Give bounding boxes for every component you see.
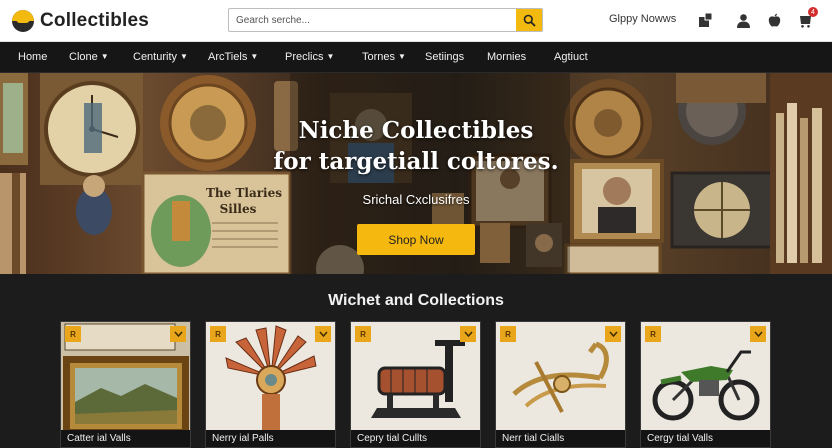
chevron-down-icon xyxy=(463,331,473,337)
collection-card[interactable]: R Catter ial Valls xyxy=(60,321,191,448)
shop-now-button[interactable]: Shop Now xyxy=(357,224,475,255)
nav-item-label: Centurity xyxy=(133,51,178,63)
card-expand-button[interactable] xyxy=(605,326,621,342)
nav-item-tornes[interactable]: Tornes ▼ xyxy=(362,51,406,63)
search-input[interactable] xyxy=(229,9,517,31)
nav-item-label: Tornes xyxy=(362,51,396,63)
nav-item-label: Agtiuct xyxy=(554,51,588,63)
apple-icon xyxy=(768,13,780,27)
search-icon xyxy=(523,14,536,27)
chevron-down-icon xyxy=(318,331,328,337)
chevron-down-icon xyxy=(608,331,618,337)
main-navigation: Home Clone ▼ Centurity ▼ ArcTiels ▼ Preclic… xyxy=(0,42,832,73)
card-caption: Nerr tial Cialls xyxy=(496,430,625,447)
chevron-down-icon: ▼ xyxy=(326,52,335,61)
nav-item-arctiels[interactable]: ArcTiels ▼ xyxy=(208,51,258,63)
chevron-down-icon xyxy=(753,331,763,337)
account-link[interactable]: Glppy Nowws xyxy=(609,13,676,25)
share-button[interactable] xyxy=(697,11,715,29)
card-caption: Cepry tial Cullts xyxy=(351,430,480,447)
section-title: Wichet and Collections xyxy=(328,292,504,309)
card-tag: R xyxy=(210,326,226,342)
collectibles-logo-icon xyxy=(12,10,34,32)
card-caption: Catter ial Valls xyxy=(61,430,190,447)
nav-item-agtiuct[interactable]: Agtiuct xyxy=(554,51,588,63)
cart-count-badge: 4 xyxy=(808,7,818,17)
search-bar xyxy=(228,8,543,32)
nav-item-home[interactable]: Home xyxy=(18,51,47,63)
chevron-down-icon: ▼ xyxy=(398,52,406,61)
card-expand-button[interactable] xyxy=(460,326,476,342)
top-bar: Collectibles Glppy Nowws xyxy=(0,0,832,42)
brand-logo[interactable]: Collectibles xyxy=(12,9,149,33)
nav-item-label: ArcTiels xyxy=(208,51,248,63)
nav-item-label: Clone xyxy=(69,51,98,63)
nav-item-centurity[interactable]: Centurity ▼ xyxy=(133,51,188,63)
collection-card[interactable]: R Cergy tial Valls xyxy=(640,321,771,448)
apple-button[interactable] xyxy=(765,11,783,29)
user-icon xyxy=(736,13,750,28)
brand-name: Collectibles xyxy=(40,10,150,31)
nav-item-label: Mornies xyxy=(487,51,527,63)
collection-card[interactable]: R Nerr tial Cialls xyxy=(495,321,626,448)
chevron-down-icon: ▼ xyxy=(250,52,259,61)
nav-item-clone[interactable]: Clone ▼ xyxy=(69,51,109,63)
card-caption: Nerry ial Palls xyxy=(206,430,335,447)
card-expand-button[interactable] xyxy=(170,326,186,342)
collection-card[interactable]: R Nerry ial Palls xyxy=(205,321,336,448)
card-tag: R xyxy=(65,326,81,342)
chevron-down-icon xyxy=(173,331,183,337)
chevron-down-icon: ▼ xyxy=(180,52,188,61)
card-expand-button[interactable] xyxy=(750,326,766,342)
hero-banner: The Tlaries Silles Niche Collectibles fo… xyxy=(0,73,832,274)
nav-item-label: Home xyxy=(18,51,48,63)
card-expand-button[interactable] xyxy=(315,326,331,342)
chevron-down-icon: ▼ xyxy=(100,52,109,61)
hero-title-line-2: for targetiall coltores. xyxy=(273,148,559,175)
card-caption: Cergy tial Valls xyxy=(641,430,770,447)
nav-item-setiings[interactable]: Setiings xyxy=(425,51,464,63)
share-icon xyxy=(699,12,713,27)
card-tag: R xyxy=(355,326,371,342)
nav-item-label: Preclics xyxy=(285,51,324,63)
collections-section: Wichet and Collections R Catter ial Vall… xyxy=(0,274,832,448)
nav-item-mornies[interactable]: Mornies xyxy=(487,51,526,63)
hero-subtitle: Srichal Cxclusifres xyxy=(362,192,470,207)
search-button[interactable] xyxy=(516,9,542,31)
card-tag: R xyxy=(500,326,516,342)
hero-title: Niche Collectibles for targetiall coltor… xyxy=(0,115,832,177)
nav-item-preclics[interactable]: Preclics ▼ xyxy=(285,51,334,63)
hero-title-line-1: Niche Collectibles xyxy=(298,117,534,144)
collection-card[interactable]: R Cepry tial Cullts xyxy=(350,321,481,448)
user-button[interactable] xyxy=(734,11,752,29)
card-tag: R xyxy=(645,326,661,342)
nav-item-label: Setiings xyxy=(425,51,465,63)
cart-button[interactable]: 4 xyxy=(796,7,818,29)
